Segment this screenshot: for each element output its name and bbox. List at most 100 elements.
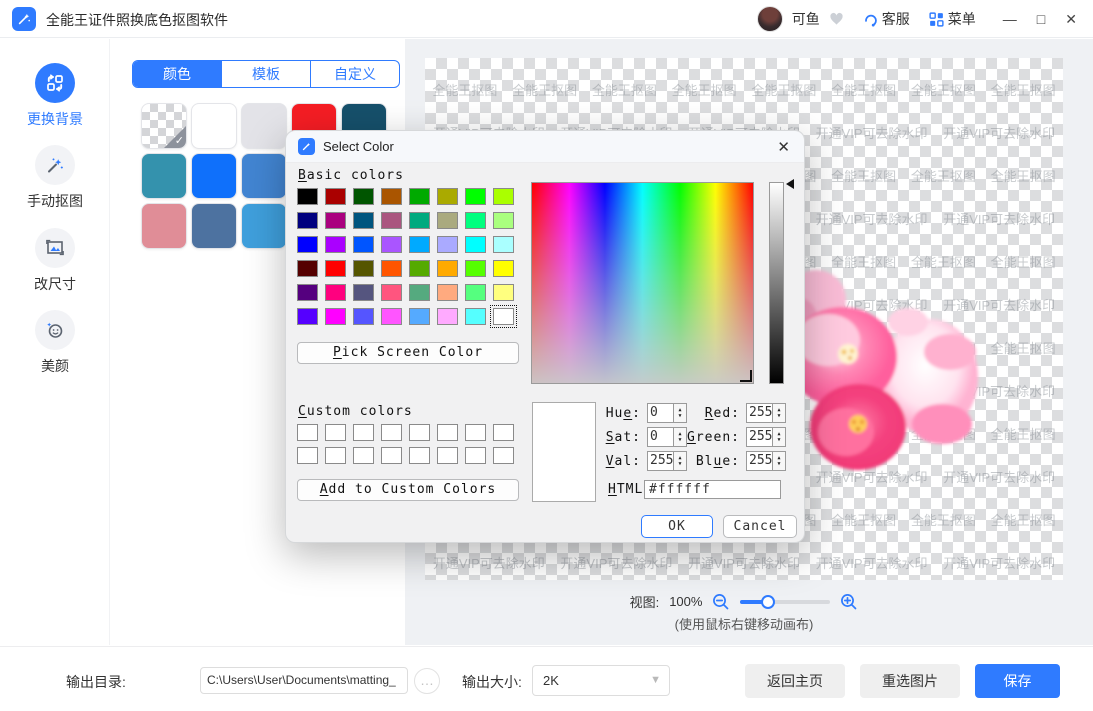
basic-color-cell[interactable]	[297, 260, 318, 277]
color-swatch[interactable]	[241, 203, 287, 249]
basic-color-cell[interactable]	[490, 305, 517, 328]
sidebar-item-beauty[interactable]: 美颜	[0, 310, 110, 376]
add-to-custom-colors-button[interactable]: Add to Custom Colors	[297, 479, 519, 501]
basic-color-cell[interactable]	[437, 308, 458, 325]
tab-custom[interactable]: 自定义	[310, 61, 399, 87]
custom-color-cell[interactable]	[381, 424, 402, 441]
customer-service-button[interactable]: 客服	[863, 9, 910, 29]
custom-color-cell[interactable]	[437, 424, 458, 441]
basic-color-cell[interactable]	[325, 188, 346, 205]
hue-saturation-picker[interactable]	[531, 182, 754, 384]
custom-color-cell[interactable]	[437, 447, 458, 464]
basic-color-cell[interactable]	[437, 212, 458, 229]
color-swatch[interactable]	[241, 103, 287, 149]
basic-color-cell[interactable]	[353, 284, 374, 301]
color-swatch[interactable]	[241, 153, 287, 199]
basic-color-cell[interactable]	[381, 188, 402, 205]
html-color-input[interactable]: #ffffff	[644, 480, 781, 499]
reselect-image-button[interactable]: 重选图片	[860, 664, 960, 698]
tab-color[interactable]: 颜色	[133, 61, 221, 87]
color-picker-crosshair[interactable]	[740, 370, 752, 382]
save-button[interactable]: 保存	[975, 664, 1060, 698]
basic-color-cell[interactable]	[409, 308, 430, 325]
dialog-close-icon[interactable]: ✕	[777, 138, 790, 156]
basic-color-cell[interactable]	[381, 236, 402, 253]
output-dir-input[interactable]: C:\Users\User\Documents\matting_	[200, 667, 408, 694]
user-name[interactable]: 可鱼	[792, 9, 820, 29]
ok-button[interactable]: OK	[641, 515, 713, 538]
dialog-titlebar[interactable]: Select Color ✕	[286, 131, 804, 163]
basic-color-cell[interactable]	[325, 236, 346, 253]
basic-color-cell[interactable]	[465, 308, 486, 325]
basic-color-cell[interactable]	[437, 260, 458, 277]
basic-color-cell[interactable]	[437, 284, 458, 301]
zoom-in-icon[interactable]	[840, 593, 858, 611]
custom-color-cell[interactable]	[465, 447, 486, 464]
custom-color-cell[interactable]	[409, 447, 430, 464]
custom-color-cell[interactable]	[353, 447, 374, 464]
basic-color-cell[interactable]	[437, 188, 458, 205]
basic-color-cell[interactable]	[297, 188, 318, 205]
basic-color-cell[interactable]	[409, 188, 430, 205]
basic-color-cell[interactable]	[297, 308, 318, 325]
custom-color-cell[interactable]	[381, 447, 402, 464]
red-spinbox[interactable]: 255 ▲ ▼	[746, 403, 786, 423]
basic-color-cell[interactable]	[465, 188, 486, 205]
basic-color-cell[interactable]	[381, 260, 402, 277]
basic-color-cell[interactable]	[381, 212, 402, 229]
basic-color-cell[interactable]	[353, 260, 374, 277]
custom-color-cell[interactable]	[493, 447, 514, 464]
basic-color-cell[interactable]	[493, 188, 514, 205]
basic-color-cell[interactable]	[297, 284, 318, 301]
basic-color-cell[interactable]	[493, 284, 514, 301]
value-slider-arrow[interactable]	[786, 179, 794, 189]
basic-color-cell[interactable]	[409, 236, 430, 253]
basic-color-cell[interactable]	[493, 260, 514, 277]
home-button[interactable]: 返回主页	[745, 664, 845, 698]
zoom-slider[interactable]	[740, 594, 831, 609]
custom-color-cell[interactable]	[325, 424, 346, 441]
basic-color-cell[interactable]	[465, 212, 486, 229]
user-avatar[interactable]	[756, 6, 783, 32]
basic-color-cell[interactable]	[409, 284, 430, 301]
color-swatch[interactable]	[191, 203, 237, 249]
output-size-select[interactable]: 2K ▼	[532, 665, 670, 696]
basic-color-cell[interactable]	[493, 212, 514, 229]
custom-color-cell[interactable]	[297, 424, 318, 441]
color-swatch[interactable]	[191, 103, 237, 149]
sidebar-item-change-background[interactable]: 更换背景	[0, 63, 110, 129]
basic-color-cell[interactable]	[465, 236, 486, 253]
basic-color-cell[interactable]	[409, 212, 430, 229]
blue-spinbox[interactable]: 255 ▲ ▼	[746, 451, 786, 471]
color-swatch[interactable]	[191, 153, 237, 199]
custom-color-cell[interactable]	[465, 424, 486, 441]
minimize-button[interactable]: —	[1003, 0, 1017, 38]
basic-color-cell[interactable]	[325, 284, 346, 301]
maximize-button[interactable]: □	[1037, 0, 1045, 38]
basic-color-cell[interactable]	[353, 212, 374, 229]
custom-color-cell[interactable]	[353, 424, 374, 441]
custom-color-cell[interactable]	[325, 447, 346, 464]
custom-color-cell[interactable]	[297, 447, 318, 464]
basic-color-cell[interactable]	[353, 188, 374, 205]
tab-template[interactable]: 模板	[221, 61, 310, 87]
basic-color-cell[interactable]	[353, 308, 374, 325]
sidebar-item-manual-cutout[interactable]: 手动抠图	[0, 145, 110, 211]
basic-color-cell[interactable]	[325, 260, 346, 277]
zoom-out-icon[interactable]	[712, 593, 730, 611]
basic-color-cell[interactable]	[493, 236, 514, 253]
basic-color-cell[interactable]	[381, 308, 402, 325]
menu-button[interactable]: 菜单	[929, 9, 976, 29]
cancel-button[interactable]: Cancel	[723, 515, 797, 538]
basic-color-cell[interactable]	[325, 212, 346, 229]
basic-color-cell[interactable]	[381, 284, 402, 301]
custom-color-cell[interactable]	[409, 424, 430, 441]
zoom-slider-thumb[interactable]	[761, 594, 776, 609]
value-slider[interactable]	[769, 182, 784, 384]
color-swatch[interactable]	[141, 153, 187, 199]
basic-color-cell[interactable]	[353, 236, 374, 253]
color-swatch[interactable]	[141, 203, 187, 249]
basic-color-cell[interactable]	[437, 236, 458, 253]
close-button[interactable]: ✕	[1065, 0, 1077, 38]
custom-color-cell[interactable]	[493, 424, 514, 441]
